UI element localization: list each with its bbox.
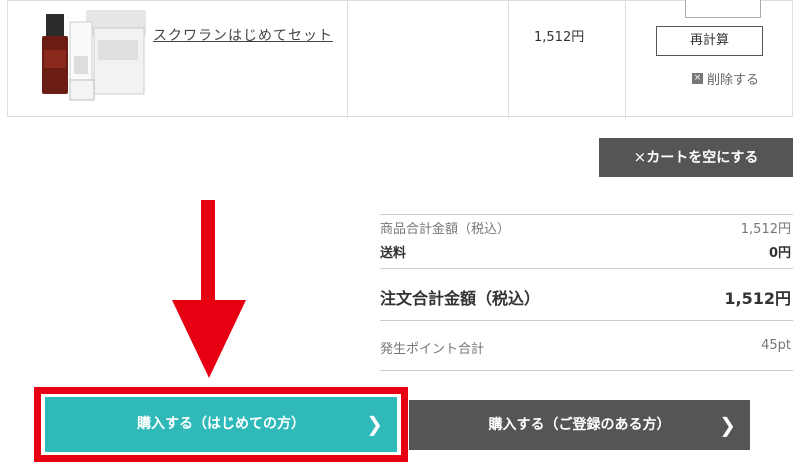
delete-label: 削除する — [707, 73, 760, 88]
product-image[interactable] — [34, 10, 146, 107]
red-down-arrow — [172, 200, 246, 378]
quantity-input[interactable] — [685, 0, 761, 18]
purchase-registered-label: 購入する（ご登録のある方） — [488, 417, 671, 433]
total-value: 1,512円 — [724, 289, 791, 308]
shipping-label: 送料 — [380, 246, 407, 261]
points-row: 発生ポイント合計 45pt — [380, 338, 793, 358]
recalc-button[interactable]: 再計算 — [656, 26, 763, 56]
x-icon: × — [633, 148, 647, 166]
summary-bottom-divider — [380, 370, 793, 371]
summary-divider — [380, 320, 793, 321]
empty-cart-label: カートを空にする — [646, 150, 759, 166]
order-summary: 商品合計金額（税込） 1,512円 送料 0円 — [380, 218, 793, 266]
points-label: 発生ポイント合計 — [380, 342, 485, 357]
column-divider — [625, 1, 626, 118]
column-divider — [347, 1, 348, 118]
chevron-right-icon: ❯ — [719, 413, 736, 437]
close-square-icon: × — [692, 73, 703, 84]
subtotal-label: 商品合計金額（税込） — [380, 222, 511, 237]
shipping-value: 0円 — [768, 246, 791, 261]
total-label: 注文合計金額（税込） — [380, 289, 541, 308]
total-row: 注文合計金額（税込） 1,512円 — [380, 285, 793, 309]
purchase-first-label: 購入する（はじめての方） — [137, 416, 305, 432]
purchase-first-time-button[interactable]: 購入する（はじめての方） ❯ — [45, 397, 397, 452]
points-value: 45pt — [761, 338, 791, 353]
purchase-registered-button[interactable]: 購入する（ご登録のある方） ❯ — [409, 400, 750, 450]
shipping-row: 送料 0円 — [380, 242, 793, 266]
subtotal-value: 1,512円 — [740, 222, 791, 237]
item-price: 1,512円 — [534, 30, 585, 45]
subtotal-row: 商品合計金額（税込） 1,512円 — [380, 218, 793, 242]
delete-item-link[interactable]: × 削除する — [692, 69, 759, 88]
empty-cart-button[interactable]: ×カートを空にする — [599, 138, 793, 177]
chevron-right-icon: ❯ — [366, 412, 383, 436]
summary-divider — [380, 268, 793, 269]
product-name-link[interactable]: スクワランはじめてセット — [153, 25, 333, 45]
column-divider — [508, 1, 509, 118]
summary-top-divider — [380, 214, 793, 215]
